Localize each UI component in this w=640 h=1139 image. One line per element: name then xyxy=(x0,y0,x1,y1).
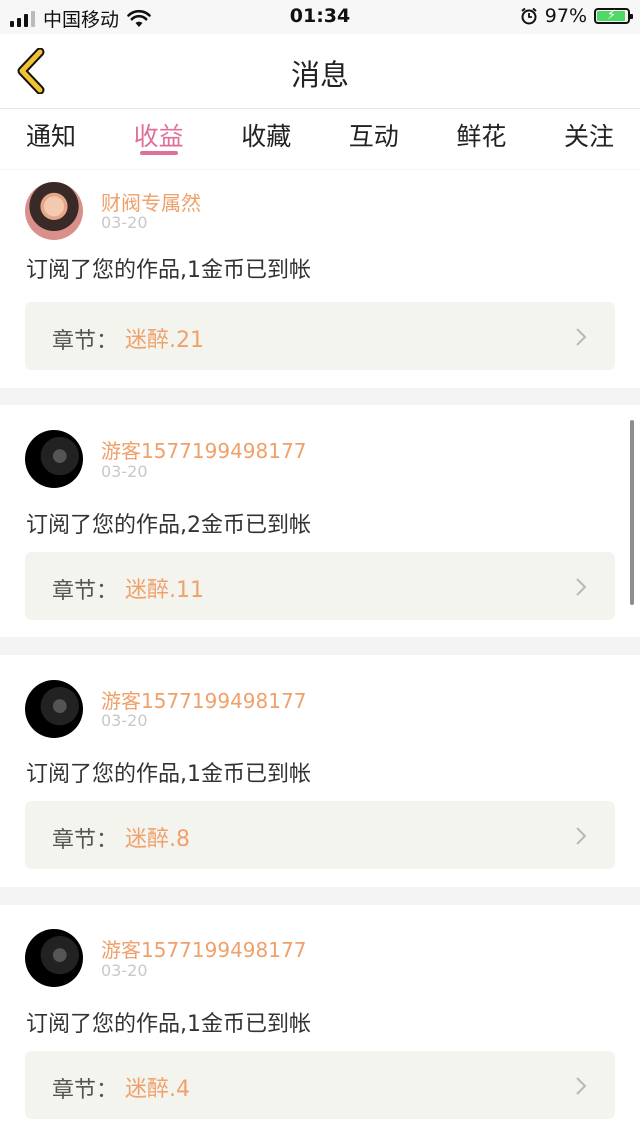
avatar[interactable] xyxy=(25,430,83,488)
chapter-link[interactable]: 章节： 迷醉.11 xyxy=(25,552,615,620)
chevron-right-icon xyxy=(576,827,587,845)
message-text: 订阅了您的作品,2金币已到帐 xyxy=(26,513,311,538)
battery-icon: ⚡ xyxy=(594,8,633,24)
chapter-label: 章节： xyxy=(52,828,119,853)
message-date: 03-20 xyxy=(101,961,148,980)
tab-notification[interactable]: 通知 xyxy=(26,109,76,169)
status-right: 97% ⚡ xyxy=(520,5,633,27)
tab-follow[interactable]: 关注 xyxy=(564,109,614,169)
chapter-link[interactable]: 章节： 迷醉.21 xyxy=(25,302,615,370)
message-text: 订阅了您的作品,1金币已到帐 xyxy=(26,1012,311,1037)
message-text: 订阅了您的作品,1金币已到帐 xyxy=(26,258,311,283)
message-card: 财阀专属然 03-20 订阅了您的作品,1金币已到帐 章节： 迷醉.21 xyxy=(0,170,640,388)
message-date: 03-20 xyxy=(101,213,148,232)
avatar[interactable] xyxy=(25,182,83,240)
chapter-link[interactable]: 章节： 迷醉.8 xyxy=(25,801,615,869)
chapter-link[interactable]: 章节： 迷醉.4 xyxy=(25,1051,615,1119)
message-text: 订阅了您的作品,1金币已到帐 xyxy=(26,762,311,787)
page-title: 消息 xyxy=(290,58,349,92)
tab-flowers[interactable]: 鲜花 xyxy=(456,109,506,169)
tab-favorites[interactable]: 收藏 xyxy=(241,109,291,169)
nav-bar: 消息 xyxy=(0,34,640,109)
alarm-icon xyxy=(521,7,537,25)
tab-bar: 通知 收益 收藏 互动 鲜花 关注 xyxy=(0,109,640,169)
chevron-right-icon xyxy=(576,1077,587,1095)
user-name[interactable]: 游客1577199498177 xyxy=(101,435,306,464)
user-name[interactable]: 游客1577199498177 xyxy=(101,934,306,963)
chapter-label: 章节： xyxy=(52,329,119,354)
message-card: 游客1577199498177 03-20 订阅了您的作品,1金币已到帐 章节：… xyxy=(0,655,640,887)
chevron-right-icon xyxy=(576,578,587,596)
battery-percent: 97% xyxy=(544,5,587,27)
user-name[interactable]: 游客1577199498177 xyxy=(101,685,306,714)
tab-earnings[interactable]: 收益 xyxy=(134,109,184,169)
chapter-label: 章节： xyxy=(52,1078,119,1103)
message-date: 03-20 xyxy=(101,462,148,481)
chapter-title: 迷醉.4 xyxy=(125,1077,190,1102)
chevron-right-icon xyxy=(576,328,587,346)
avatar[interactable] xyxy=(25,680,83,738)
message-card: 游客1577199498177 03-20 订阅了您的作品,1金币已到帐 章节：… xyxy=(0,905,640,1139)
tab-interaction[interactable]: 互动 xyxy=(349,109,399,169)
chapter-title: 迷醉.11 xyxy=(125,578,204,603)
status-bar: 中国移动 01:34 97% ⚡ xyxy=(0,0,640,34)
chapter-title: 迷醉.21 xyxy=(125,328,204,353)
avatar[interactable] xyxy=(25,929,83,987)
message-card: 游客1577199498177 03-20 订阅了您的作品,2金币已到帐 章节：… xyxy=(0,405,640,637)
message-date: 03-20 xyxy=(101,711,148,730)
scrollbar[interactable] xyxy=(630,420,634,605)
chapter-title: 迷醉.8 xyxy=(125,827,190,852)
user-name[interactable]: 财阀专属然 xyxy=(101,187,201,216)
chapter-label: 章节： xyxy=(52,579,119,604)
